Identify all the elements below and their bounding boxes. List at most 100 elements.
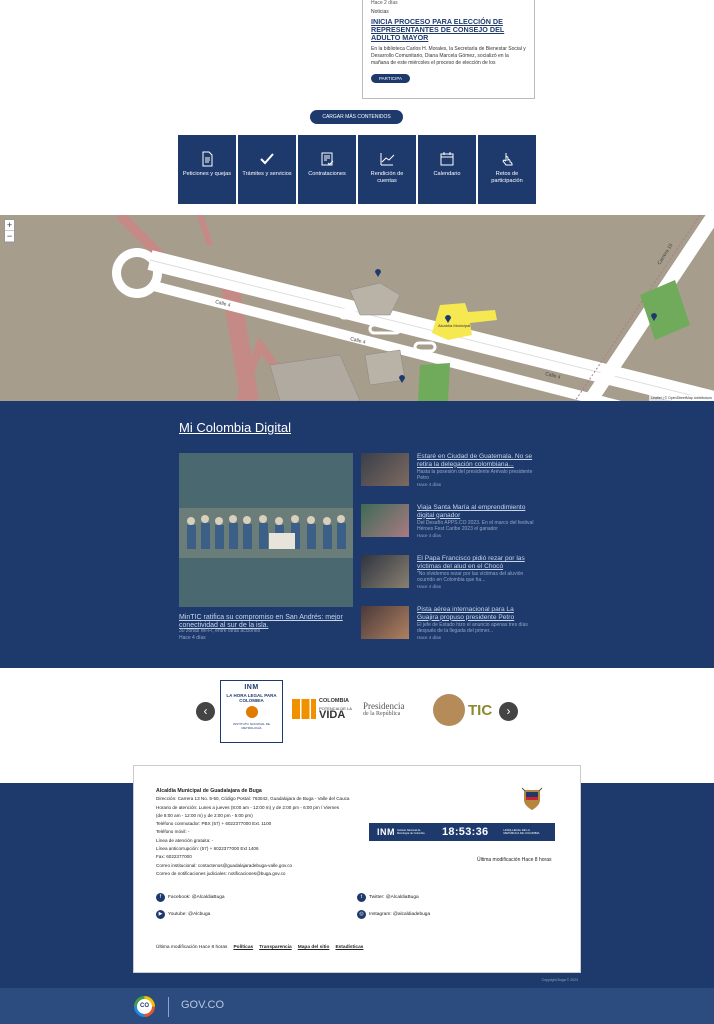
- colombia-potencia-logo[interactable]: COLOMBIA POTENCIA DE LA VIDA: [292, 698, 352, 721]
- govco-bar: CO GOV.CO: [0, 988, 714, 1024]
- news-item-title[interactable]: Viaja Santa María al emprendimiento digi…: [417, 504, 536, 519]
- news-item-desc: "No olvidemos rezar por las víctimas del…: [417, 571, 524, 583]
- mi-colombia-digital-section: Mi Colombia Digital MinTIC ratifica su c…: [0, 401, 714, 668]
- news-item-title[interactable]: Estaré en Ciudad de Guatemala. No se ret…: [417, 453, 536, 468]
- logo-text: COLOMBIA: [319, 698, 349, 704]
- list-item[interactable]: Estaré en Ciudad de Guatemala. No se ret…: [361, 453, 536, 504]
- quick-link-contrataciones[interactable]: Contrataciones: [298, 135, 356, 204]
- list-item[interactable]: El Papa Francisco pidió rezar por las ví…: [361, 555, 536, 606]
- quick-link-tramites[interactable]: Trámites y servicios: [238, 135, 296, 204]
- facebook-icon: f: [156, 893, 165, 902]
- facebook-link[interactable]: f Facebook: @AlcaldiaBuga: [156, 893, 225, 902]
- news-item-title[interactable]: El Papa Francisco pidió rezar por las ví…: [417, 555, 536, 570]
- news-date: Hace 2 días: [371, 0, 398, 6]
- coat-of-arms-icon[interactable]: [433, 694, 465, 726]
- load-more-button[interactable]: CARGAR MÁS CONTENIDOS: [310, 110, 403, 124]
- news-item-time: Hace 4 días: [417, 635, 442, 640]
- contact-line: Horario de atención: Lunes a jueves (8:0…: [156, 804, 339, 810]
- list-item[interactable]: Viaja Santa María al emprendimiento digi…: [361, 504, 536, 555]
- news-thumbnail: [361, 504, 409, 537]
- carousel-prev-button[interactable]: ‹: [196, 702, 215, 721]
- quick-link-calendario[interactable]: Calendario: [418, 135, 476, 204]
- participa-button[interactable]: PARTICIPA: [371, 74, 411, 83]
- quick-link-label: Rendición de cuentas: [370, 171, 404, 184]
- news-item-desc: Hasta la posesión del presidente Arévalo…: [417, 469, 533, 481]
- twitter-link[interactable]: t Twitter: @AlcaldiaBuga: [357, 893, 419, 902]
- news-category: Noticias: [371, 9, 389, 15]
- legal-time-caption: HORA LEGAL DE LA REPÚBLICA DE COLOMBIA: [503, 828, 540, 835]
- quick-links: Peticiones y quejas Trámites y servicios…: [178, 135, 536, 204]
- contact-info: Alcaldía Municipal de Guadalajara de Bug…: [156, 787, 386, 878]
- presidencia-logo[interactable]: Presidencia de la República: [363, 702, 404, 718]
- inm-subtitle: Instituto Nacional de Metrología de Colo…: [397, 829, 425, 835]
- news-thumbnail: [361, 555, 409, 588]
- featured-news-time: Hace 4 días: [179, 634, 206, 641]
- news-thumbnail: [361, 606, 409, 639]
- news-item-desc: El jefe de Estado hizo el anuncio apenas…: [417, 622, 528, 634]
- contact-line[interactable]: Correo de notificaciones judiciales: not…: [156, 870, 386, 878]
- tic-logo[interactable]: TIC: [468, 702, 492, 719]
- hand-icon: [502, 153, 513, 166]
- zoom-in-button[interactable]: +: [5, 220, 14, 231]
- instagram-link[interactable]: ◎ Instagram: @alcaldiadebuga: [357, 910, 430, 919]
- co-logo[interactable]: CO: [134, 996, 155, 1017]
- news-list: Estaré en Ciudad de Guatemala. No se ret…: [361, 453, 536, 657]
- list-item[interactable]: Pista aérea internacional para La Guajir…: [361, 606, 536, 657]
- news-item-time: Hace 4 días: [417, 584, 442, 589]
- featured-news-image[interactable]: [179, 453, 353, 607]
- quick-link-peticiones[interactable]: Peticiones y quejas: [178, 135, 236, 204]
- news-thumbnail: [361, 453, 409, 486]
- chart-icon: [380, 153, 395, 166]
- quick-link-rendicion[interactable]: Rendición de cuentas: [358, 135, 416, 204]
- mapa-sitio-link[interactable]: Mapa del sitio: [298, 945, 330, 950]
- inm-logo-link[interactable]: INM LA HORA LEGAL PARA COLOMBIA INSTITUT…: [220, 680, 283, 743]
- calendar-icon: [440, 152, 454, 166]
- quick-link-label: Retos de participación: [491, 171, 523, 184]
- politicas-link[interactable]: Políticas: [233, 945, 253, 950]
- bottom-last-modified: Última modificación Hace 8 horas: [156, 945, 228, 950]
- colombia-bars-icon: [292, 698, 316, 719]
- carousel-next-button[interactable]: ›: [499, 702, 518, 721]
- news-item-title[interactable]: Pista aérea internacional para La Guajir…: [417, 606, 536, 621]
- inm-hora-text: LA HORA LEGAL PARA COLOMBIA: [226, 693, 277, 703]
- contact-line: Línea anticorrupción: (57) + 6022377000 …: [156, 846, 259, 852]
- transparencia-link[interactable]: Transparencia: [259, 945, 292, 950]
- social-label: Facebook: @AlcaldiaBuga: [168, 895, 225, 900]
- legal-time-widget[interactable]: INM Instituto Nacional de Metrología de …: [369, 823, 555, 841]
- location-map[interactable]: Calle 4 Calle 4 Calle 4 Carrera 15 Alcal…: [0, 215, 714, 401]
- contact-line[interactable]: Correo institucional: contactenos@guadal…: [156, 862, 386, 870]
- contact-line: (de 8:00 am - 12:00 m) y de 2:00 pm - 5:…: [156, 812, 253, 818]
- co-logo-text: CO: [137, 999, 152, 1014]
- contact-line: Fax: 6022377000: [156, 854, 192, 860]
- inm-foot-text: INSTITUTO NACIONAL DE METROLOGÍA: [233, 722, 270, 730]
- twitter-icon: t: [357, 893, 366, 902]
- zoom-out-button[interactable]: −: [5, 231, 14, 242]
- legal-time: 18:53:36: [442, 826, 489, 838]
- estadisticas-link[interactable]: Estadísticas: [335, 945, 363, 950]
- org-name: Alcaldía Municipal de Guadalajara de Bug…: [156, 788, 262, 794]
- news-item-time: Hace 4 días: [417, 482, 442, 487]
- contact-line: Línea de atención gratuita: -: [156, 837, 214, 843]
- section-title-link[interactable]: Mi Colombia Digital: [179, 420, 291, 435]
- check-icon: [260, 153, 274, 165]
- map-zoom-controls: + −: [4, 219, 15, 243]
- inm-logo-text: INM: [244, 684, 259, 691]
- youtube-link[interactable]: ▶ Youtube: @Alcbuga: [156, 910, 210, 919]
- footer-card: Alcaldía Municipal de Guadalajara de Bug…: [133, 765, 581, 973]
- document-icon: [202, 151, 213, 167]
- news-title-link[interactable]: INICIA PROCESO PARA ELECCIÓN DE REPRESEN…: [371, 18, 526, 42]
- news-excerpt: En la biblioteca Carlos H. Morales, la S…: [371, 46, 526, 66]
- quick-link-retos[interactable]: Retos de participación: [478, 135, 536, 204]
- govco-link[interactable]: GOV.CO: [181, 999, 224, 1011]
- quick-link-label: Trámites y servicios: [242, 171, 292, 177]
- footer-bottom-links: Última modificación Hace 8 horas Polític…: [156, 945, 363, 950]
- inm-label: INM: [377, 827, 395, 837]
- news-item-desc: Del Desafío APPS.CO 2023. En el marco de…: [417, 520, 534, 532]
- group-photo: [179, 453, 353, 607]
- social-label: Twitter: @AlcaldiaBuga: [369, 895, 419, 900]
- news-card: Hace 2 días Noticias INICIA PROCESO PARA…: [362, 0, 535, 99]
- divider: [168, 997, 169, 1017]
- contact-line: Dirección: Carrera 13 No. 5-50, Código P…: [156, 796, 350, 802]
- contact-line: Teléfono móvil: -: [156, 829, 190, 835]
- logo-text: VIDA: [319, 709, 346, 721]
